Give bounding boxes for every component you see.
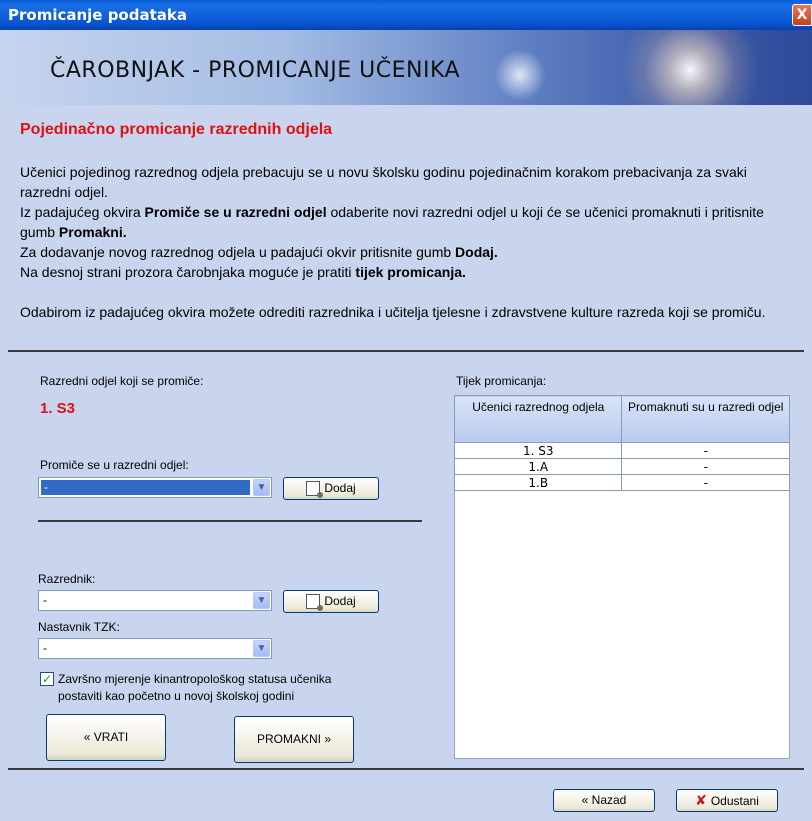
progress-grid: Učenici razrednog odjela Promaknuti su u… bbox=[453, 395, 790, 759]
intro-line-5: Odabirom iz padajućeg okvira možete odre… bbox=[20, 304, 766, 320]
table-row[interactable]: 1. S3 - bbox=[453, 442, 790, 459]
chevron-down-icon[interactable]: ▼ bbox=[253, 640, 270, 657]
table-cell: 1.B bbox=[453, 474, 623, 491]
divider-bottom bbox=[8, 768, 804, 770]
cancel-button[interactable]: ✘ Odustani bbox=[676, 789, 778, 812]
banner-title: ČAROBNJAK - PROMICANJE UČENIKA bbox=[50, 58, 461, 83]
x-icon: ✘ bbox=[695, 792, 707, 808]
add-teacher-button[interactable]: Dodaj bbox=[283, 590, 379, 613]
pe-teacher-value: - bbox=[43, 641, 47, 655]
target-class-label: Promiče se u razredni odjel: bbox=[40, 458, 189, 472]
pe-teacher-dropdown[interactable]: - ▼ bbox=[38, 638, 272, 659]
window-title: Promicanje podataka bbox=[8, 6, 187, 24]
target-class-dropdown[interactable]: - ▼ bbox=[38, 477, 272, 498]
column-header-students: Učenici razrednog odjela bbox=[453, 395, 623, 443]
table-cell: - bbox=[621, 442, 790, 459]
column-header-promoted: Promaknuti su u razredi odjel bbox=[621, 395, 790, 443]
close-button[interactable]: X bbox=[792, 4, 812, 26]
nazad-button[interactable]: « Nazad bbox=[553, 789, 655, 812]
close-icon: X bbox=[796, 7, 808, 23]
measurement-checkbox[interactable]: ✓ bbox=[40, 672, 54, 686]
table-cell: 1. S3 bbox=[453, 442, 623, 459]
teacher-dropdown[interactable]: - ▼ bbox=[38, 590, 272, 611]
table-cell: 1.A bbox=[453, 458, 623, 475]
wizard-banner: ČAROBNJAK - PROMICANJE UČENIKA bbox=[0, 30, 812, 105]
teacher-label: Razrednik: bbox=[38, 572, 96, 586]
table-row[interactable]: 1.B - bbox=[453, 474, 790, 491]
table-cell: - bbox=[621, 474, 790, 491]
back-button[interactable]: « VRATI bbox=[46, 714, 166, 761]
progress-table: Učenici razrednog odjela Promaknuti su u… bbox=[453, 395, 790, 491]
intro-text: Učenici pojedinog razrednog odjela preba… bbox=[20, 162, 800, 322]
current-class-label: Razredni odjel koji se promiče: bbox=[40, 374, 204, 388]
measurement-checkbox-label: Završno mjerenje kinantropološkog status… bbox=[58, 672, 332, 703]
intro-line-3: Za dodavanje novog razrednog odjela u pa… bbox=[20, 244, 498, 260]
current-class-value: 1. S3 bbox=[40, 400, 76, 417]
banner-flare bbox=[610, 30, 770, 105]
add-document-icon bbox=[306, 594, 324, 611]
add-document-icon bbox=[306, 481, 324, 498]
window-titlebar: Promicanje podataka X bbox=[0, 0, 812, 30]
target-class-value: - bbox=[44, 480, 48, 494]
progress-label: Tijek promicanja: bbox=[456, 374, 547, 388]
cancel-label: Odustani bbox=[710, 794, 759, 808]
table-row[interactable]: 1.A - bbox=[453, 458, 790, 475]
chevron-down-icon[interactable]: ▼ bbox=[253, 592, 270, 609]
intro-line-2: Iz padajućeg okvira Promiče se u razredn… bbox=[20, 204, 764, 240]
pe-teacher-label: Nastavnik TZK: bbox=[38, 620, 120, 634]
intro-line-1: Učenici pojedinog razrednog odjela preba… bbox=[20, 164, 747, 200]
divider-top bbox=[8, 350, 804, 352]
section-heading: Pojedinačno promicanje razrednih odjela bbox=[20, 121, 333, 138]
teacher-value: - bbox=[43, 593, 47, 607]
intro-line-4: Na desnoj strani prozora čarobnjaka mogu… bbox=[20, 264, 466, 280]
chevron-down-icon[interactable]: ▼ bbox=[253, 479, 270, 496]
divider-middle bbox=[38, 520, 422, 522]
add-class-button[interactable]: Dodaj bbox=[283, 477, 379, 500]
table-cell: - bbox=[621, 458, 790, 475]
banner-sparkle bbox=[490, 45, 550, 105]
promote-button[interactable]: PROMAKNI » bbox=[234, 716, 354, 763]
